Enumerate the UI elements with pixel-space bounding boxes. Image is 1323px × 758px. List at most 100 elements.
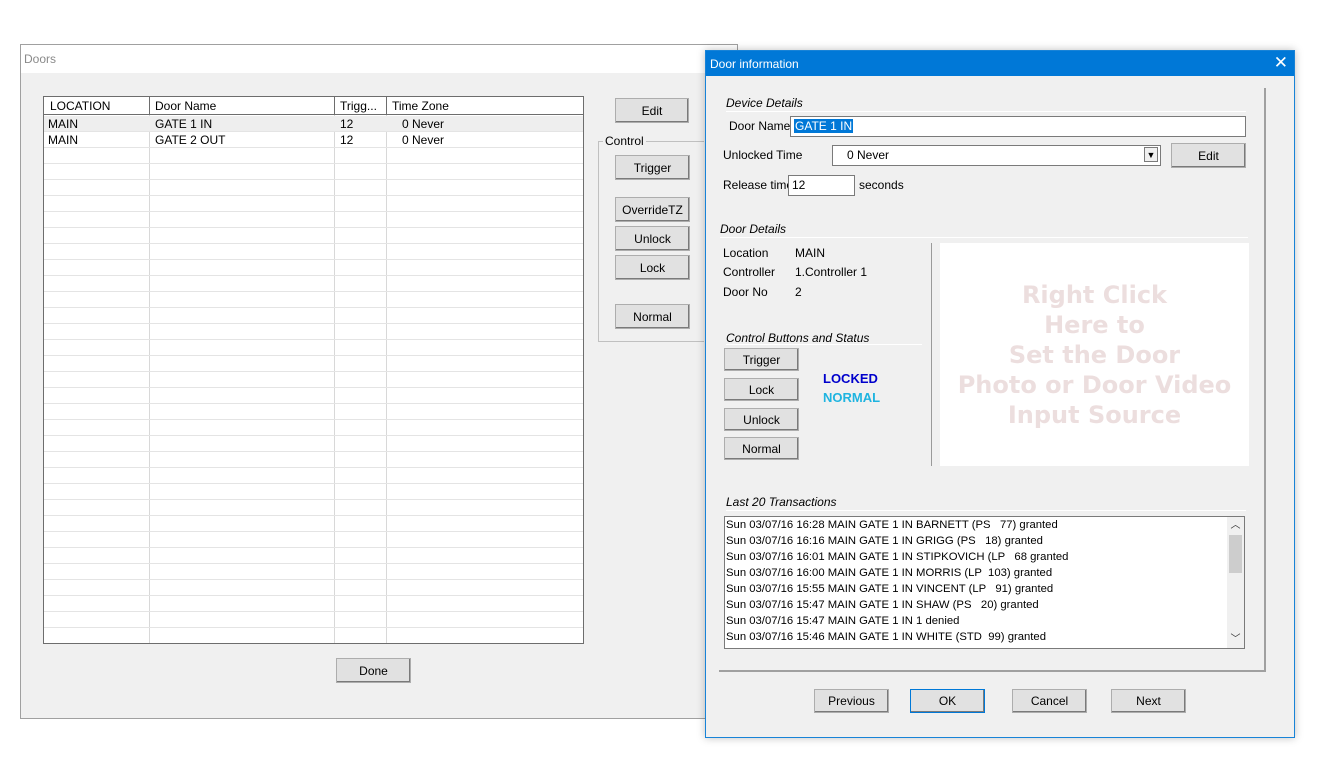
- column-header-time-zone[interactable]: Time Zone: [392, 99, 449, 113]
- release-time-label: Release time: [723, 178, 794, 192]
- ok-button[interactable]: OK: [910, 689, 985, 713]
- doors-table-header: LOCATION Door Name Trigg... Time Zone: [44, 97, 583, 115]
- unlocked-time-value: 0 Never: [847, 148, 890, 162]
- empty-table-row: [44, 516, 583, 532]
- device-details-heading: Device Details: [726, 96, 803, 110]
- doors-title-bar[interactable]: Doors: [21, 45, 737, 73]
- lock-status-text: LOCKED: [823, 371, 878, 386]
- transactions-scrollbar[interactable]: ︿ ﹀: [1227, 517, 1244, 648]
- scroll-thumb[interactable]: [1229, 535, 1242, 573]
- release-time-unit: seconds: [859, 178, 904, 192]
- control-buttons-heading: Control Buttons and Status: [726, 331, 870, 345]
- empty-table-row: [44, 628, 583, 643]
- scroll-up-icon[interactable]: ︿: [1227, 517, 1244, 534]
- control-group-label: Control: [603, 134, 646, 148]
- cell-trigger: 12: [340, 117, 354, 131]
- empty-table-row: [44, 164, 583, 180]
- list-item[interactable]: Sun 03/07/16 15:55 MAIN GATE 1 IN VINCEN…: [726, 582, 1068, 598]
- empty-table-row: [44, 564, 583, 580]
- empty-table-row: [44, 292, 583, 308]
- empty-table-row: [44, 388, 583, 404]
- controller-label: Controller: [723, 265, 776, 279]
- empty-table-row: [44, 148, 583, 164]
- empty-table-row: [44, 612, 583, 628]
- column-header-door-name[interactable]: Door Name: [155, 99, 216, 113]
- next-button[interactable]: Next: [1111, 689, 1186, 713]
- dialog-unlock-button[interactable]: Unlock: [724, 408, 799, 431]
- empty-table-row: [44, 260, 583, 276]
- lock-button[interactable]: Lock: [615, 255, 690, 280]
- empty-table-row: [44, 180, 583, 196]
- empty-table-row: [44, 500, 583, 516]
- empty-table-row: [44, 596, 583, 612]
- empty-table-row: [44, 452, 583, 468]
- list-item[interactable]: Sun 03/07/16 15:47 MAIN GATE 1 IN 1 deni…: [726, 614, 1068, 630]
- empty-table-row: [44, 324, 583, 340]
- door-no-label: Door No: [723, 285, 768, 299]
- empty-table-row: [44, 212, 583, 228]
- empty-table-row: [44, 228, 583, 244]
- list-item[interactable]: Sun 03/07/16 16:16 MAIN GATE 1 IN GRIGG …: [726, 534, 1068, 550]
- list-item[interactable]: Sun 03/07/16 15:46 MAIN GATE 1 IN WHITE …: [726, 630, 1068, 646]
- door-photo-area[interactable]: Right Click Here to Set the Door Photo o…: [940, 243, 1249, 466]
- normal-button[interactable]: Normal: [615, 304, 690, 329]
- release-time-input[interactable]: 12: [788, 175, 855, 196]
- table-row[interactable]: MAIN GATE 2 OUT 12 0 Never: [44, 132, 583, 148]
- dialog-trigger-button[interactable]: Trigger: [724, 348, 799, 371]
- empty-table-row: [44, 308, 583, 324]
- list-item[interactable]: Sun 03/07/16 16:01 MAIN GATE 1 IN STIPKO…: [726, 550, 1068, 566]
- doors-window-title: Doors: [24, 52, 57, 66]
- cell-door-name: GATE 2 OUT: [155, 133, 226, 147]
- close-icon[interactable]: ✕: [1274, 53, 1288, 73]
- cell-trigger: 12: [340, 133, 354, 147]
- controller-value: 1.Controller 1: [795, 265, 868, 279]
- unlocked-time-select[interactable]: 0 Never ▼: [832, 145, 1161, 166]
- cell-door-name: GATE 1 IN: [155, 117, 213, 131]
- list-item[interactable]: Sun 03/07/16 16:00 MAIN GATE 1 IN MORRIS…: [726, 566, 1068, 582]
- cell-location: MAIN: [48, 117, 78, 131]
- doors-table[interactable]: LOCATION Door Name Trigg... Time Zone MA…: [43, 96, 584, 644]
- empty-table-row: [44, 436, 583, 452]
- override-tz-button[interactable]: OverrideTZ: [615, 197, 690, 222]
- unlocked-time-label: Unlocked Time: [723, 148, 803, 162]
- transactions-heading: Last 20 Transactions: [726, 495, 837, 509]
- empty-table-row: [44, 372, 583, 388]
- door-details-heading: Door Details: [720, 222, 787, 236]
- list-item[interactable]: Sun 03/07/16 16:28 MAIN GATE 1 IN BARNET…: [726, 518, 1068, 534]
- dialog-lock-button[interactable]: Lock: [724, 378, 799, 401]
- location-value: MAIN: [795, 246, 825, 260]
- cell-time-zone: 0 Never: [402, 133, 445, 147]
- chevron-down-icon[interactable]: ▼: [1144, 147, 1158, 162]
- previous-button[interactable]: Previous: [814, 689, 889, 713]
- door-details-divider: [931, 243, 932, 466]
- cell-location: MAIN: [48, 133, 78, 147]
- done-button[interactable]: Done: [336, 658, 411, 683]
- empty-table-row: [44, 244, 583, 260]
- transactions-list[interactable]: Sun 03/07/16 16:28 MAIN GATE 1 IN BARNET…: [724, 516, 1245, 649]
- empty-table-row: [44, 404, 583, 420]
- column-header-trigger[interactable]: Trigg...: [340, 99, 377, 113]
- photo-placeholder-text: Right Click Here to Set the Door Photo o…: [957, 280, 1232, 429]
- empty-table-row: [44, 196, 583, 212]
- trigger-button[interactable]: Trigger: [615, 155, 690, 180]
- edit-door-button[interactable]: Edit: [615, 98, 689, 123]
- empty-table-row: [44, 548, 583, 564]
- cancel-button[interactable]: Cancel: [1012, 689, 1087, 713]
- dialog-title-bar[interactable]: Door information ✕: [706, 51, 1294, 76]
- empty-table-row: [44, 340, 583, 356]
- empty-table-row: [44, 276, 583, 292]
- scroll-down-icon[interactable]: ﹀: [1227, 631, 1244, 648]
- door-name-input[interactable]: GATE 1 IN: [790, 116, 1246, 137]
- location-label: Location: [723, 246, 769, 260]
- column-header-location[interactable]: LOCATION: [50, 99, 110, 113]
- dialog-normal-button[interactable]: Normal: [724, 437, 799, 460]
- door-name-value: GATE 1 IN: [794, 119, 854, 133]
- list-item[interactable]: Sun 03/07/16 15:47 MAIN GATE 1 IN SHAW (…: [726, 598, 1068, 614]
- table-row[interactable]: MAIN GATE 1 IN 12 0 Never: [44, 116, 583, 132]
- edit-unlocked-time-button[interactable]: Edit: [1171, 143, 1246, 168]
- door-name-label: Door Name: [729, 119, 791, 133]
- door-no-value: 2: [795, 285, 802, 299]
- unlock-button[interactable]: Unlock: [615, 226, 690, 251]
- empty-table-row: [44, 532, 583, 548]
- empty-table-row: [44, 420, 583, 436]
